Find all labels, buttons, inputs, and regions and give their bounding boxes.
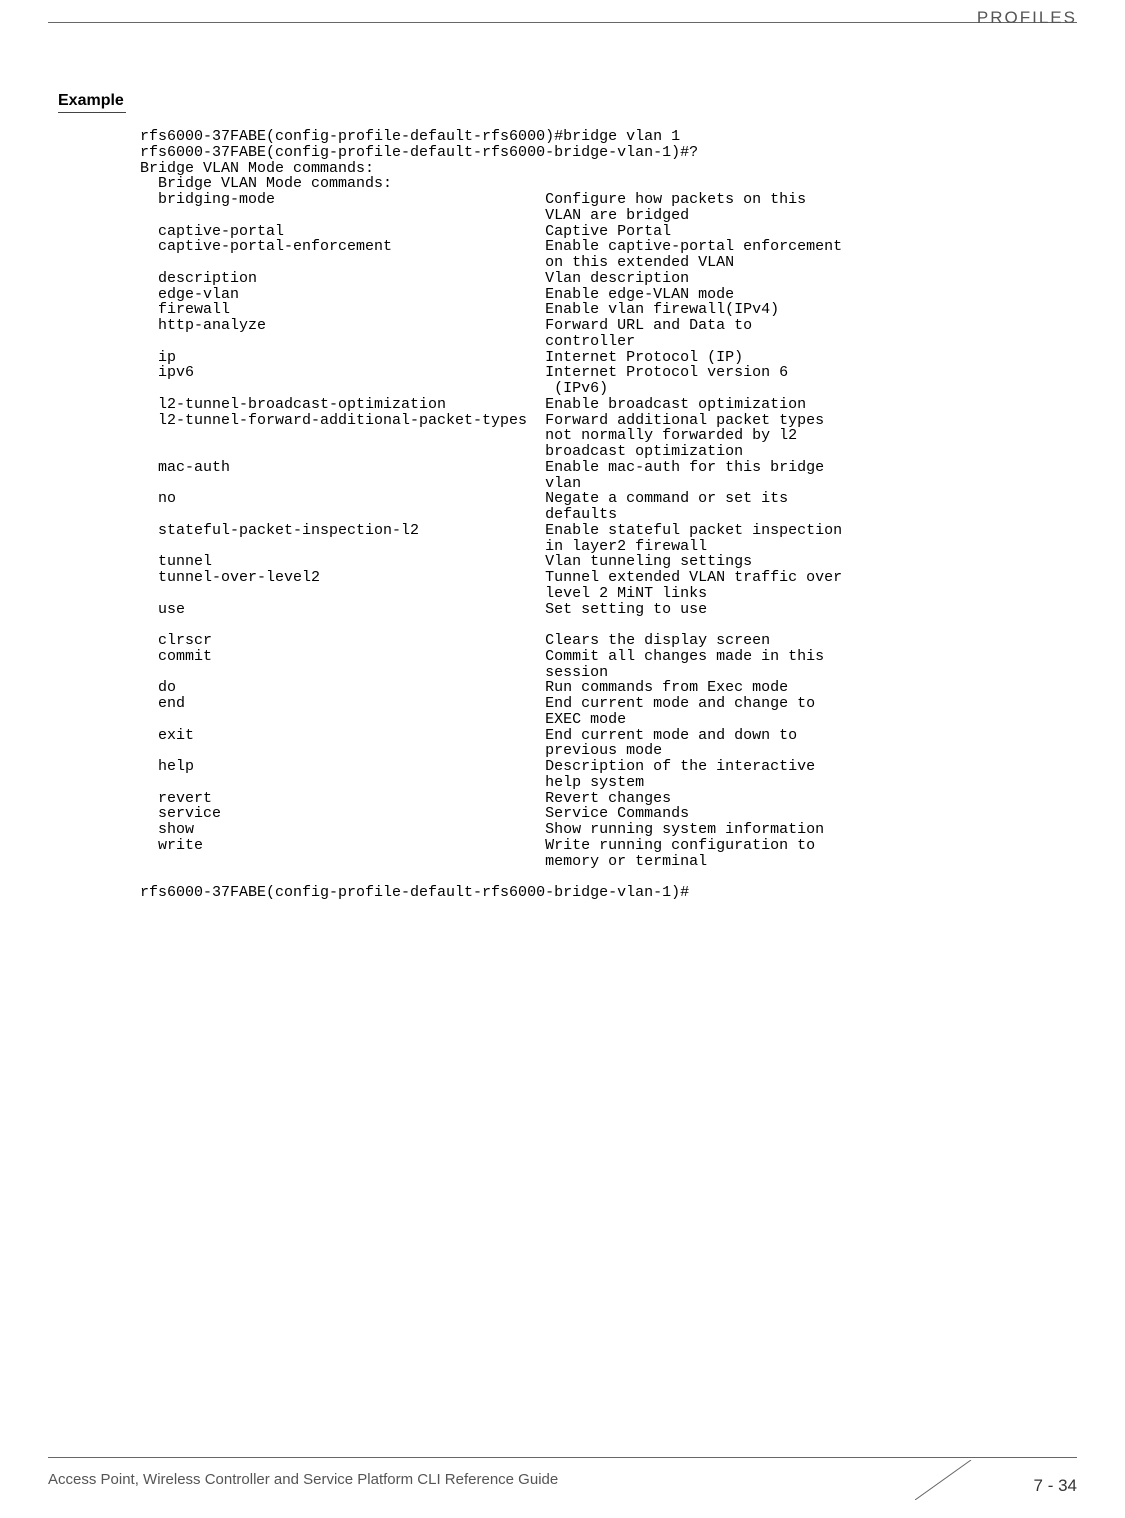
cli-output: rfs6000-37FABE(config-profile-default-rf… xyxy=(140,129,842,901)
top-rule xyxy=(48,22,1077,23)
header-category: PROFILES xyxy=(977,8,1077,28)
footer-title: Access Point, Wireless Controller and Se… xyxy=(48,1471,558,1488)
footer-rule xyxy=(48,1457,1077,1458)
section-heading: Example xyxy=(58,92,126,113)
page-corner-graphic xyxy=(915,1460,1005,1500)
page-number: 7 - 34 xyxy=(1034,1476,1077,1496)
